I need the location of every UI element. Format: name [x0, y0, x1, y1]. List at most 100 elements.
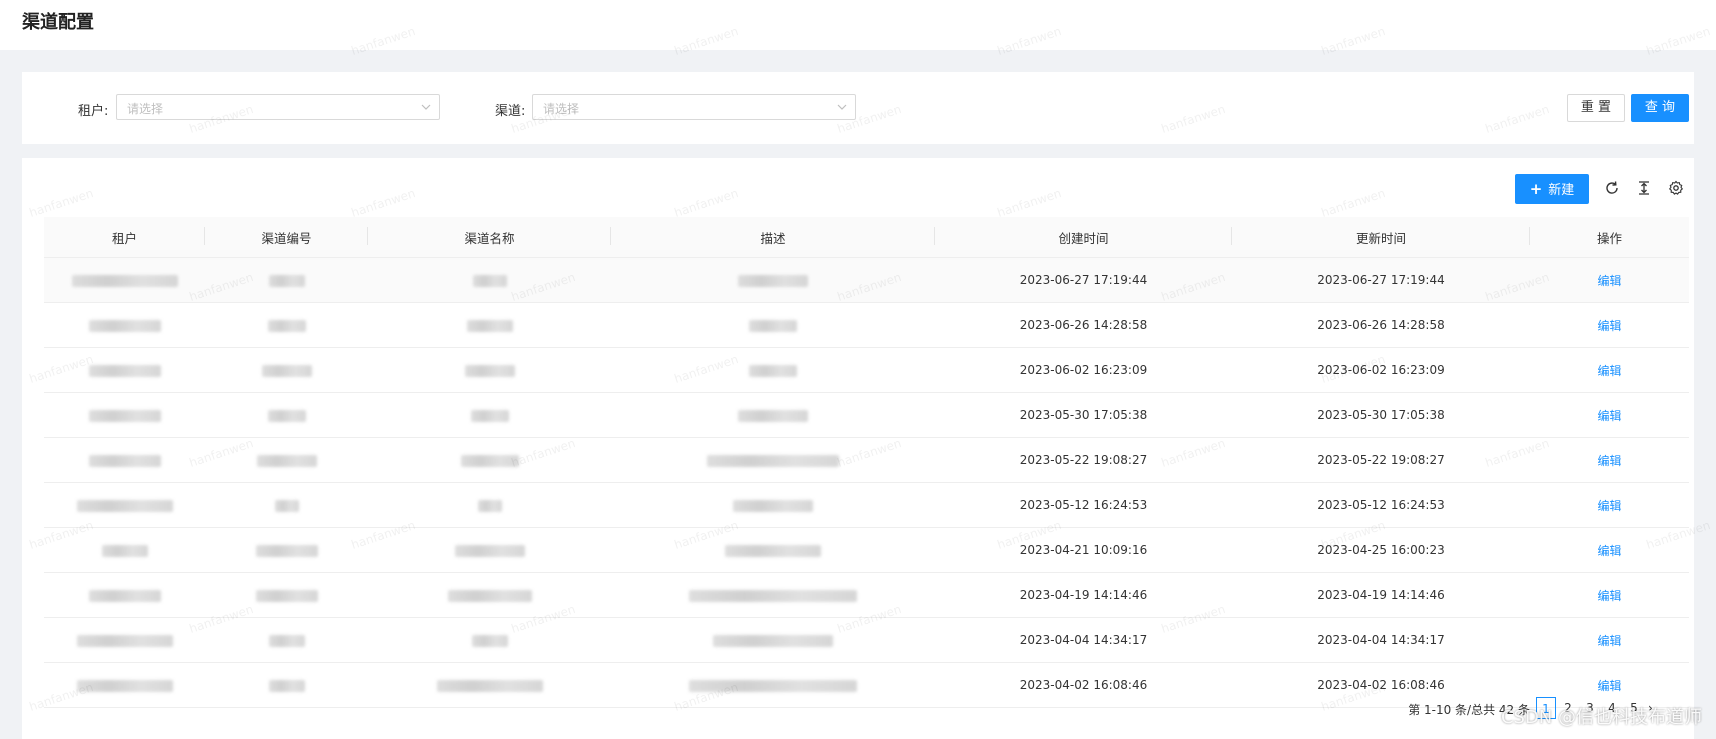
- redacted-value: [738, 409, 808, 422]
- table-panel: + 新建 租户 渠道编号 渠道名称 描述 创建时间 更新时间 操作 2023-0…: [22, 158, 1694, 739]
- created-time-cell: 2023-06-27 17:19:44: [935, 257, 1232, 303]
- tenant-cell: [44, 347, 205, 393]
- actions-cell: 编辑: [1530, 527, 1689, 573]
- channel-name-cell: [368, 392, 611, 438]
- tenant-select[interactable]: 请选择: [116, 94, 440, 120]
- actions-cell: 编辑: [1530, 437, 1689, 483]
- redacted-value: [268, 634, 305, 647]
- created-time-cell: 2023-06-26 14:28:58: [935, 302, 1232, 348]
- channel-select[interactable]: 请选择: [532, 94, 856, 120]
- column-height-icon[interactable]: [1636, 180, 1652, 196]
- column-header-channel-name[interactable]: 渠道名称: [368, 217, 611, 258]
- created-time-cell: 2023-05-22 19:08:27: [935, 437, 1232, 483]
- redacted-value: [76, 634, 173, 647]
- redacted-value: [268, 679, 305, 692]
- edit-link[interactable]: 编辑: [1597, 409, 1621, 423]
- redacted-value: [470, 409, 509, 422]
- redacted-value: [738, 274, 808, 287]
- tenant-cell: [44, 257, 205, 303]
- actions-cell: 编辑: [1530, 302, 1689, 348]
- table-header-row: 租户 渠道编号 渠道名称 描述 创建时间 更新时间 操作: [44, 217, 1689, 258]
- channel-code-cell: [205, 347, 368, 393]
- description-cell: [611, 662, 935, 708]
- actions-cell: 编辑: [1530, 572, 1689, 618]
- redacted-value: [466, 319, 513, 332]
- description-cell: [611, 347, 935, 393]
- reset-button[interactable]: 重 置: [1567, 94, 1625, 122]
- edit-link[interactable]: 编辑: [1597, 634, 1621, 648]
- table-row: 2023-05-30 17:05:38 2023-05-30 17:05:38 …: [44, 392, 1689, 438]
- redacted-value: [88, 454, 161, 467]
- settings-icon[interactable]: [1668, 180, 1684, 196]
- column-header-channel-code[interactable]: 渠道编号: [205, 217, 368, 258]
- table-row: 2023-04-04 14:34:17 2023-04-04 14:34:17 …: [44, 617, 1689, 663]
- redacted-value: [733, 499, 813, 512]
- edit-link[interactable]: 编辑: [1597, 364, 1621, 378]
- plus-icon: +: [1529, 180, 1543, 198]
- channel-name-cell: [368, 437, 611, 483]
- created-time-cell: 2023-05-30 17:05:38: [935, 392, 1232, 438]
- created-time-cell: 2023-06-02 16:23:09: [935, 347, 1232, 393]
- redacted-value: [725, 544, 821, 557]
- redacted-value: [261, 364, 312, 377]
- edit-link[interactable]: 编辑: [1597, 679, 1621, 693]
- description-cell: [611, 572, 935, 618]
- description-cell: [611, 437, 935, 483]
- redacted-value: [101, 544, 148, 557]
- redacted-value: [76, 499, 173, 512]
- updated-time-cell: 2023-05-22 19:08:27: [1232, 437, 1530, 483]
- channel-code-cell: [205, 527, 368, 573]
- description-cell: [611, 617, 935, 663]
- edit-link[interactable]: 编辑: [1597, 499, 1621, 513]
- updated-time-cell: 2023-05-12 16:24:53: [1232, 482, 1530, 528]
- redacted-value: [707, 454, 839, 467]
- table-row: 2023-04-21 10:09:16 2023-04-25 16:00:23 …: [44, 527, 1689, 573]
- channel-code-cell: [205, 437, 368, 483]
- table-row: 2023-05-22 19:08:27 2023-05-22 19:08:27 …: [44, 437, 1689, 483]
- edit-link[interactable]: 编辑: [1597, 454, 1621, 468]
- description-cell: [611, 392, 935, 438]
- new-button-label: 新建: [1548, 183, 1575, 198]
- edit-link[interactable]: 编辑: [1597, 274, 1621, 288]
- redacted-value: [255, 544, 318, 557]
- updated-time-cell: 2023-04-04 14:34:17: [1232, 617, 1530, 663]
- column-header-created-time[interactable]: 创建时间: [935, 217, 1232, 258]
- created-time-cell: 2023-05-12 16:24:53: [935, 482, 1232, 528]
- new-button[interactable]: + 新建: [1515, 174, 1589, 204]
- updated-time-cell: 2023-06-02 16:23:09: [1232, 347, 1530, 393]
- channel-name-cell: [368, 257, 611, 303]
- refresh-icon[interactable]: [1604, 180, 1620, 196]
- edit-link[interactable]: 编辑: [1597, 544, 1621, 558]
- column-header-tenant[interactable]: 租户: [44, 217, 205, 258]
- tenant-cell: [44, 302, 205, 348]
- created-time-cell: 2023-04-21 10:09:16: [935, 527, 1232, 573]
- redacted-value: [460, 454, 519, 467]
- channel-name-cell: [368, 482, 611, 528]
- description-cell: [611, 527, 935, 573]
- channel-code-cell: [205, 617, 368, 663]
- column-header-actions[interactable]: 操作: [1530, 217, 1689, 258]
- chevron-down-icon: [837, 104, 847, 110]
- actions-cell: 编辑: [1530, 482, 1689, 528]
- tenant-cell: [44, 437, 205, 483]
- created-time-cell: 2023-04-19 14:14:46: [935, 572, 1232, 618]
- description-cell: [611, 482, 935, 528]
- edit-link[interactable]: 编辑: [1597, 589, 1621, 603]
- redacted-value: [447, 589, 532, 602]
- actions-cell: 编辑: [1530, 392, 1689, 438]
- tenant-cell: [44, 527, 205, 573]
- tenant-cell: [44, 572, 205, 618]
- column-header-description[interactable]: 描述: [611, 217, 935, 258]
- channel-name-cell: [368, 662, 611, 708]
- edit-link[interactable]: 编辑: [1597, 319, 1621, 333]
- redacted-value: [88, 589, 161, 602]
- table-row: 2023-06-27 17:19:44 2023-06-27 17:19:44 …: [44, 257, 1689, 303]
- redacted-value: [436, 679, 543, 692]
- redacted-value: [472, 274, 507, 287]
- updated-time-cell: 2023-04-19 14:14:46: [1232, 572, 1530, 618]
- description-cell: [611, 302, 935, 348]
- query-button[interactable]: 查 询: [1631, 94, 1689, 122]
- tenant-label: 租户:: [78, 104, 109, 119]
- redacted-value: [749, 364, 797, 377]
- column-header-updated-time[interactable]: 更新时间: [1232, 217, 1530, 258]
